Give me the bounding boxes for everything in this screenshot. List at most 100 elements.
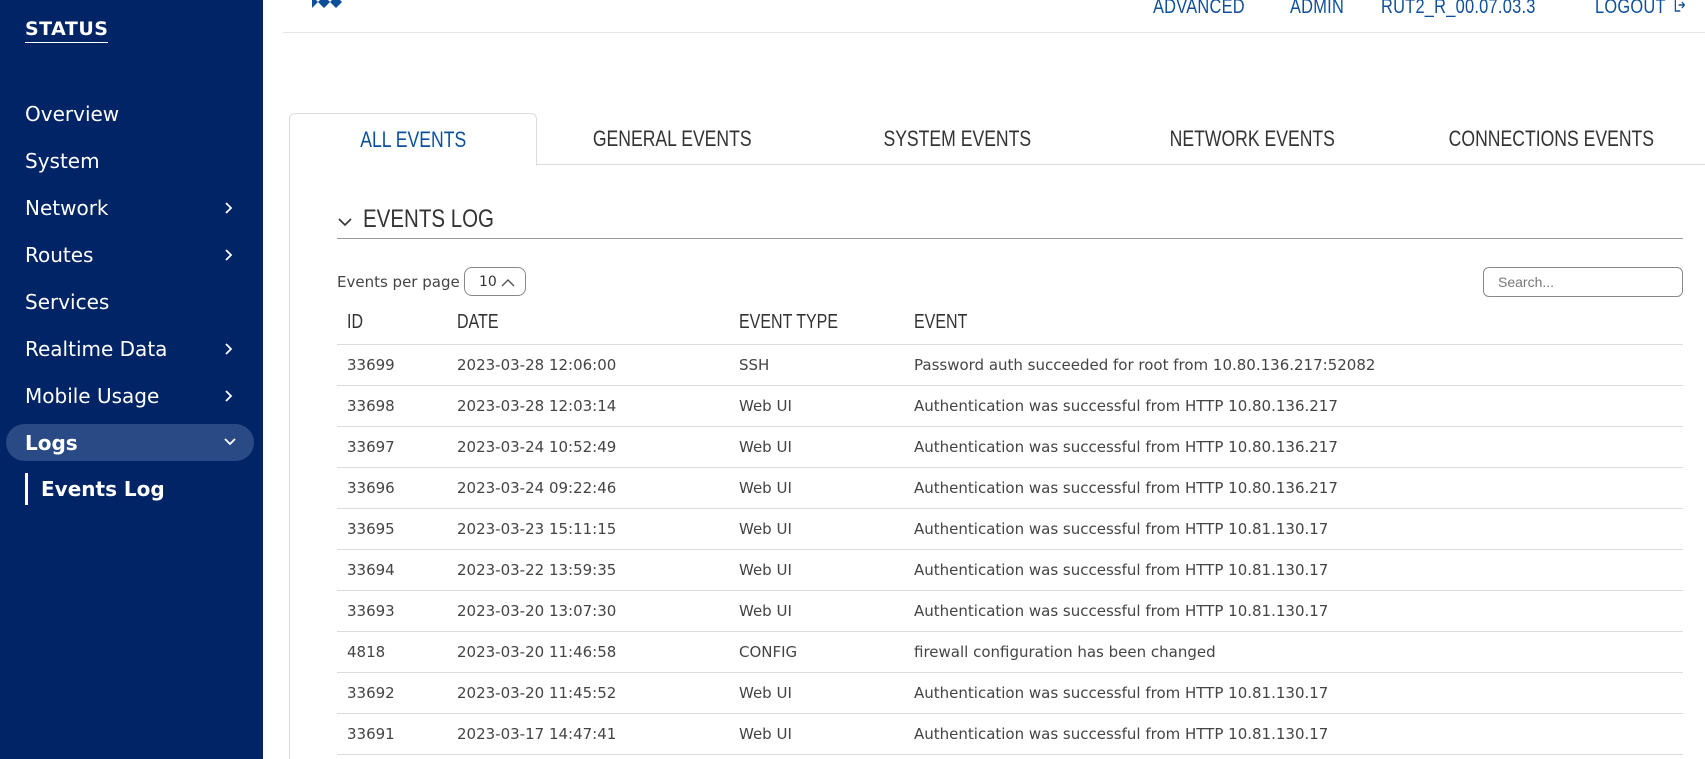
top-bar: ADVANCED ADMIN RUT2_R_00.07.03.3 LOGOUT [283,0,1705,33]
cell-event-type: Web UI [729,426,904,468]
chevron-right-icon [224,342,234,355]
logout-label: LOGOUT [1594,0,1666,18]
cell-event: Password auth succeeded for root from 10… [904,344,1683,386]
tab-general-events[interactable]: GENERAL EVENTS [537,113,807,165]
tab-network-events[interactable]: NETWORK EVENTS [1107,113,1397,165]
sidebar-item-mobile-usage[interactable]: Mobile Usage [6,377,254,414]
cell-event: Authentication was successful from HTTP … [904,672,1683,714]
sidebar-item-routes[interactable]: Routes [6,236,254,273]
cell-event-type: Web UI [729,467,904,509]
sidebar-title[interactable]: STATUS [25,18,109,43]
sidebar-item-label: Realtime Data [25,336,168,361]
table-row: 33691 2023-03-17 14:47:41 Web UI Authent… [337,713,1683,755]
cell-id: 33691 [337,713,447,755]
chevron-right-icon [224,201,234,214]
cell-event: Authentication was successful from HTTP … [904,713,1683,755]
table-row: 33699 2023-03-28 12:06:00 SSH Password a… [337,344,1683,386]
tab-connections-events[interactable]: CONNECTIONS EVENTS [1397,113,1705,165]
chevron-down-icon [224,437,236,447]
sidebar-item-overview[interactable]: Overview [6,95,254,132]
cell-id: 33692 [337,672,447,714]
cell-event: firewall configuration has been changed [904,631,1683,673]
search-input[interactable] [1483,267,1683,297]
admin-link[interactable]: ADMIN [1290,0,1344,19]
sidebar-item-logs[interactable]: Logs [6,424,254,461]
chevron-right-icon [224,248,234,261]
table-row: 4818 2023-03-20 11:46:58 CONFIG firewall… [337,631,1683,673]
table-row: 33694 2023-03-22 13:59:35 Web UI Authent… [337,549,1683,591]
table-header-row: ID DATE EVENT TYPE EVENT [337,302,1683,345]
tab-label: SYSTEM EVENTS [883,126,1031,151]
tab-label: NETWORK EVENTS [1169,126,1335,151]
section-title: EVENTS LOG [363,204,495,233]
sidebar-item-label: Network [25,195,109,220]
cell-date: 2023-03-28 12:03:14 [447,385,729,427]
event-tabs: ALL EVENTS GENERAL EVENTS SYSTEM EVENTS … [289,113,1705,166]
cell-date: 2023-03-20 13:07:30 [447,590,729,632]
tab-label: ALL EVENTS [360,126,466,152]
tab-all-events[interactable]: ALL EVENTS [289,113,537,166]
cell-date: 2023-03-22 13:59:35 [447,549,729,591]
column-header-event-type[interactable]: EVENT TYPE [729,302,904,345]
cell-event: Authentication was successful from HTTP … [904,549,1683,591]
cell-event: Authentication was successful from HTTP … [904,385,1683,427]
table-row: 33695 2023-03-23 15:11:15 Web UI Authent… [337,508,1683,550]
sidebar-item-label: Routes [25,242,94,267]
cell-date: 2023-03-17 14:47:41 [447,713,729,755]
per-page-value: 10 [479,273,497,290]
cell-date: 2023-03-23 15:11:15 [447,508,729,550]
cell-id: 33693 [337,590,447,632]
cell-date: 2023-03-24 10:52:49 [447,426,729,468]
sidebar-item-realtime-data[interactable]: Realtime Data [6,330,254,367]
cell-event-type: Web UI [729,713,904,755]
table-row: 33692 2023-03-20 11:45:52 Web UI Authent… [337,672,1683,714]
sidebar-item-label: Mobile Usage [25,383,160,408]
events-log-section-header: EVENTS LOG [337,200,1683,239]
cell-id: 33698 [337,385,447,427]
chevron-down-icon[interactable] [337,213,355,231]
column-header-event[interactable]: EVENT [904,302,1683,345]
cell-event: Authentication was successful from HTTP … [904,467,1683,509]
sidebar-item-system[interactable]: System [6,142,254,179]
events-per-page-select[interactable]: 10 [464,267,526,296]
logout-link[interactable]: LOGOUT [1594,0,1686,19]
tab-label: GENERAL EVENTS [592,126,752,151]
cell-date: 2023-03-20 11:46:58 [447,631,729,673]
cell-id: 33695 [337,508,447,550]
advanced-link[interactable]: ADVANCED [1153,0,1245,19]
logout-icon [1674,0,1686,19]
tab-system-events[interactable]: SYSTEM EVENTS [807,113,1107,165]
sidebar-subitem-events-log[interactable]: Events Log [25,473,165,505]
table-row: 33698 2023-03-28 12:03:14 Web UI Authent… [337,385,1683,427]
cell-date: 2023-03-24 09:22:46 [447,467,729,509]
sidebar-item-services[interactable]: Services [6,283,254,320]
cell-id: 33697 [337,426,447,468]
cell-date: 2023-03-28 12:06:00 [447,344,729,386]
tab-label: CONNECTIONS EVENTS [1448,126,1654,151]
column-header-id[interactable]: ID [337,302,447,345]
cell-event-type: SSH [729,344,904,386]
cell-date: 2023-03-20 11:45:52 [447,672,729,714]
logo-icon[interactable] [308,0,348,14]
cell-event-type: Web UI [729,508,904,550]
cell-event: Authentication was successful from HTTP … [904,426,1683,468]
firmware-version-link[interactable]: RUT2_R_00.07.03.3 [1381,0,1536,19]
column-header-date[interactable]: DATE [447,302,729,345]
cell-event: Authentication was successful from HTTP … [904,508,1683,550]
cell-event-type: Web UI [729,672,904,714]
sidebar: STATUS Overview System Network Routes Se… [0,0,263,759]
cell-id: 33699 [337,344,447,386]
events-per-page-label: Events per page [337,273,460,291]
cell-event-type: Web UI [729,590,904,632]
chevron-right-icon [224,389,234,402]
sidebar-item-label: Logs [25,430,78,455]
events-table: ID DATE EVENT TYPE EVENT 33699 2023-03-2… [337,302,1683,755]
cell-id: 33694 [337,549,447,591]
sidebar-item-label: Services [25,289,110,314]
cell-event-type: Web UI [729,385,904,427]
sidebar-item-network[interactable]: Network [6,189,254,226]
sidebar-item-label: Overview [25,101,120,126]
cell-event-type: CONFIG [729,631,904,673]
table-row: 33696 2023-03-24 09:22:46 Web UI Authent… [337,467,1683,509]
cell-id: 4818 [337,631,447,673]
